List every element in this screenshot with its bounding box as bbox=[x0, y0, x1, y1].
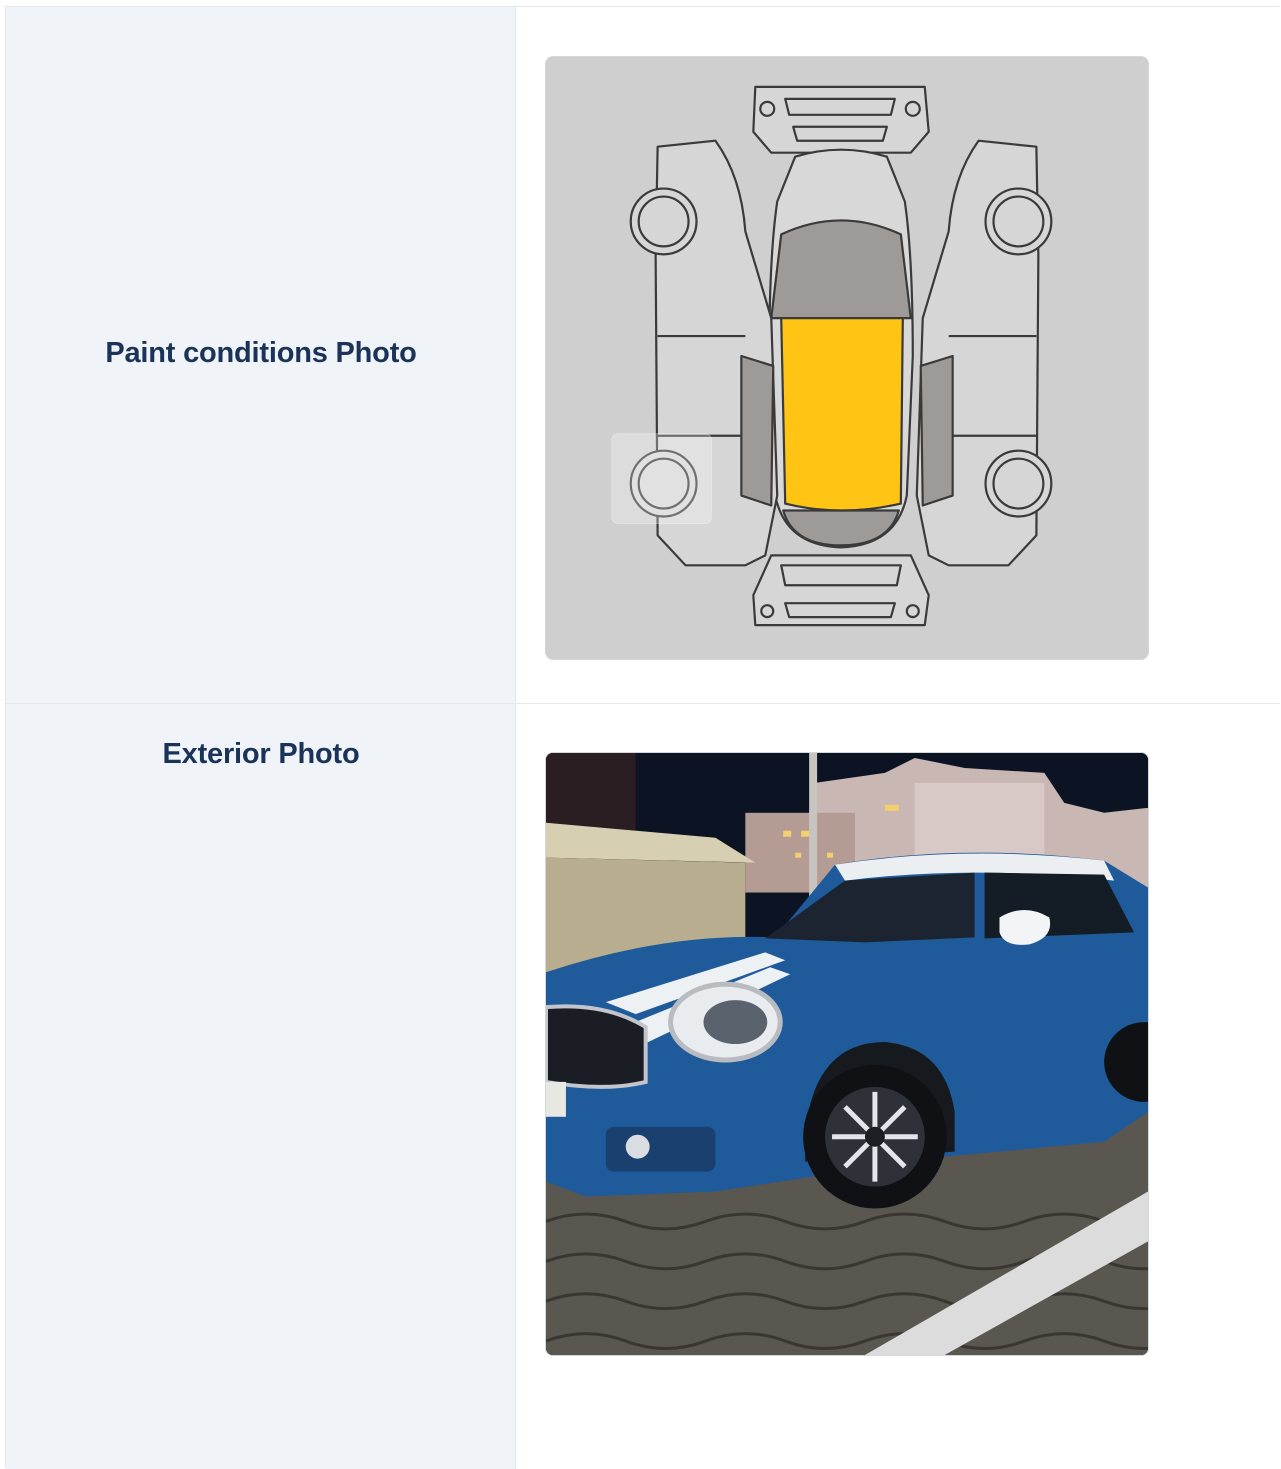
vehicle-photos-table: Paint conditions Photo Exterior Photo bbox=[5, 6, 1280, 1469]
roof-panel-highlight bbox=[780, 317, 904, 512]
car-photo-svg bbox=[546, 753, 1148, 1355]
paint-conditions-label-cell: Paint conditions Photo bbox=[6, 7, 516, 703]
exterior-photo-value-cell bbox=[517, 704, 1280, 1469]
exterior-photo[interactable] bbox=[545, 752, 1149, 1356]
paint-conditions-value-cell bbox=[517, 7, 1280, 703]
paint-conditions-diagram[interactable] bbox=[545, 56, 1149, 660]
exterior-photo-label: Exterior Photo bbox=[162, 738, 360, 770]
exterior-photo-row: Exterior Photo bbox=[6, 704, 1280, 1469]
paint-conditions-row: Paint conditions Photo bbox=[6, 7, 1280, 704]
car-diagram-svg bbox=[611, 85, 1053, 627]
paint-conditions-label: Paint conditions Photo bbox=[105, 337, 417, 369]
exterior-photo-label-cell: Exterior Photo bbox=[6, 704, 516, 1469]
